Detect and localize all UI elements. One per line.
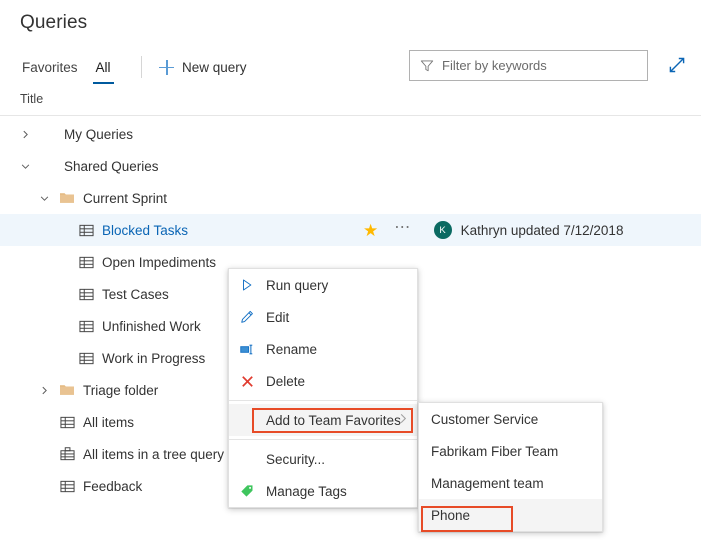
- menu-divider: [229, 439, 417, 440]
- new-query-button[interactable]: New query: [153, 48, 253, 86]
- tree-row-label: All items: [83, 415, 134, 430]
- tree-row-label: Open Impediments: [102, 255, 216, 270]
- grid-icon: [59, 478, 75, 494]
- x-icon: [239, 373, 255, 389]
- tree-row-label: Work in Progress: [102, 351, 205, 366]
- grid-column-header: Title: [0, 90, 701, 116]
- chevron-right-icon[interactable]: [20, 128, 33, 141]
- grid-icon: [78, 318, 94, 334]
- tab-all-label: All: [96, 60, 111, 75]
- menu-item[interactable]: Edit: [229, 301, 417, 333]
- menu-item-label: Edit: [266, 310, 289, 325]
- tab-favorites-label: Favorites: [22, 60, 78, 75]
- rename-icon: [239, 341, 255, 357]
- folder-icon: [59, 382, 75, 398]
- submenu-item[interactable]: Phone: [419, 499, 602, 531]
- tab-favorites[interactable]: Favorites: [13, 48, 87, 86]
- updated-text: Kathryn updated 7/12/2018: [461, 223, 624, 238]
- submenu-item[interactable]: Management team: [419, 467, 602, 499]
- chevron-right-icon[interactable]: [39, 384, 52, 397]
- funnel-icon: [420, 59, 434, 73]
- ellipsis-icon[interactable]: ⋯: [394, 220, 411, 236]
- menu-item[interactable]: Manage Tags: [229, 475, 417, 507]
- menu-item[interactable]: Rename: [229, 333, 417, 365]
- page-title: Queries: [20, 12, 87, 34]
- column-header-title: Title: [20, 92, 43, 106]
- menu-item-label: Rename: [266, 342, 317, 357]
- menu-item[interactable]: Add to Team Favorites: [229, 404, 417, 436]
- menu-item[interactable]: Delete: [229, 365, 417, 397]
- tag-icon: [239, 483, 255, 499]
- submenu-item[interactable]: Customer Service: [419, 403, 602, 435]
- menu-item-label: Add to Team Favorites: [266, 413, 401, 428]
- folder-icon: [59, 190, 75, 206]
- menu-divider: [229, 400, 417, 401]
- tree-row-label: All items in a tree query: [83, 447, 224, 462]
- grid-icon: [59, 414, 75, 430]
- pencil-icon: [239, 309, 255, 325]
- play-icon: [239, 277, 255, 293]
- menu-item-label: Run query: [266, 278, 328, 293]
- tree-row[interactable]: Current Sprint: [0, 182, 701, 214]
- submenu-item-label: Customer Service: [431, 412, 538, 427]
- star-filled-icon[interactable]: ★: [363, 222, 378, 239]
- avatar: K: [434, 221, 452, 239]
- tab-all[interactable]: All: [87, 48, 120, 86]
- submenu-item[interactable]: Fabrikam Fiber Team: [419, 435, 602, 467]
- expand-diagonal-icon[interactable]: [666, 54, 688, 76]
- toolbar-divider: [141, 56, 142, 78]
- tree-row-label: Feedback: [83, 479, 142, 494]
- context-menu: Run query Edit Rename Delete Add to Team Fav…: [228, 268, 418, 508]
- tree-row[interactable]: My Queries: [0, 118, 701, 150]
- tree-row-label: Triage folder: [83, 383, 158, 398]
- tree-row-label: Test Cases: [102, 287, 169, 302]
- grid-icon: [78, 350, 94, 366]
- submenu-item-label: Phone: [431, 508, 470, 523]
- tree-row-label: Shared Queries: [64, 159, 159, 174]
- chevron-down-icon[interactable]: [39, 192, 52, 205]
- submenu-item-label: Fabrikam Fiber Team: [431, 444, 558, 459]
- menu-item[interactable]: Security...: [229, 443, 417, 475]
- plus-icon: [159, 60, 174, 75]
- grid-icon: [78, 286, 94, 302]
- menu-item[interactable]: Run query: [229, 269, 417, 301]
- tree-row-label: My Queries: [64, 127, 133, 142]
- tree-row-label: Current Sprint: [83, 191, 167, 206]
- tree-query-icon: [59, 446, 75, 462]
- chevron-down-icon[interactable]: [20, 160, 33, 173]
- tree-row-selected[interactable]: Blocked Tasks ★ ⋯ K Kathryn updated 7/12/201…: [0, 214, 701, 246]
- filter-input[interactable]: [442, 58, 647, 73]
- grid-icon: [78, 222, 94, 238]
- menu-item-label: Security...: [266, 452, 325, 467]
- chevron-right-icon: [397, 413, 409, 428]
- submenu-item-label: Management team: [431, 476, 544, 491]
- new-query-label: New query: [182, 60, 247, 75]
- grid-icon: [78, 254, 94, 270]
- tree-row[interactable]: Shared Queries: [0, 150, 701, 182]
- tree-row-label: Unfinished Work: [102, 319, 201, 334]
- tree-row-label: Blocked Tasks: [102, 223, 188, 238]
- menu-item-label: Delete: [266, 374, 305, 389]
- menu-item-label: Manage Tags: [266, 484, 347, 499]
- filter-box[interactable]: [409, 50, 648, 81]
- row-meta: ★ ⋯ K Kathryn updated 7/12/2018: [363, 214, 623, 246]
- team-favorites-submenu: Customer Service Fabrikam Fiber Team Manag…: [418, 402, 603, 532]
- tab-list: Favorites All: [13, 48, 120, 86]
